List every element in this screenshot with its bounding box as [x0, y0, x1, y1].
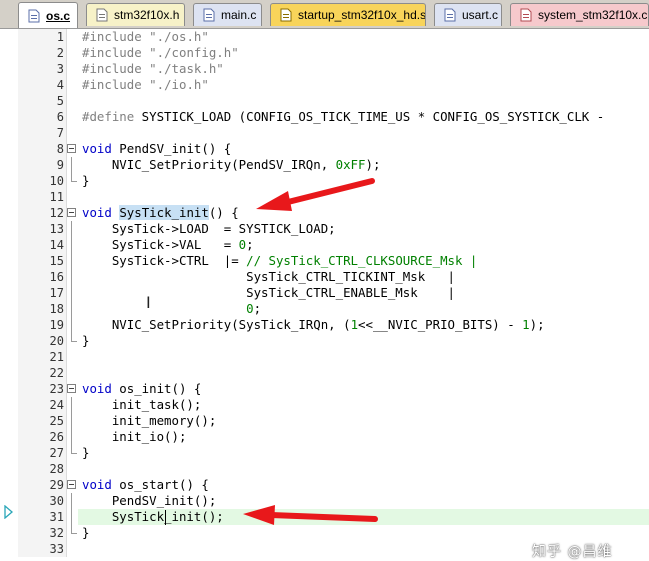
tab-os-c[interactable]: os.c: [18, 2, 78, 28]
fold-end: [71, 341, 77, 342]
line-number: 10: [49, 174, 64, 188]
code-line[interactable]: void SysTick_init() {: [82, 205, 239, 221]
fold-toggle[interactable]: [67, 480, 76, 489]
code-line[interactable]: void os_start() {: [82, 477, 209, 493]
line-number: 8: [56, 142, 64, 156]
tab-label: os.c: [46, 8, 71, 23]
line-number: 11: [49, 190, 64, 204]
line-number: 6: [56, 110, 64, 124]
code-line[interactable]: #include "./io.h": [82, 77, 209, 93]
line-number: 5: [56, 94, 64, 108]
code-line[interactable]: SysTick_CTRL_TICKINT_Msk |: [82, 269, 455, 285]
code-editor[interactable]: 1 2 3 4 5 6 7 8 9 10 11 12 13 14 15 16 17 18 19 20 21 22 23 24 2…: [0, 29, 649, 560]
tab-label: startup_stm32f10x_hd.s: [298, 8, 426, 22]
annotation-arrow-icon: [243, 505, 378, 525]
line-number: 19: [49, 318, 64, 332]
code-line[interactable]: NVIC_SetPriority(PendSV_IRQn, 0xFF);: [82, 157, 381, 173]
code-line[interactable]: }: [82, 445, 89, 461]
code-line[interactable]: SysTick_init();: [82, 509, 224, 525]
line-number: 2: [56, 46, 64, 60]
code-line[interactable]: }: [82, 173, 89, 189]
editor-tab-bar: os.c stm32f10x.h main.c startup_stm32f10…: [0, 0, 649, 29]
text-ibeam-cursor-icon: I: [146, 293, 151, 312]
code-line[interactable]: #include "./config.h": [82, 45, 239, 61]
fold-guide: [71, 493, 72, 533]
line-number: 15: [49, 254, 64, 268]
code-line[interactable]: #define SYSTICK_LOAD (CONFIG_OS_TICK_TIM…: [82, 109, 604, 125]
fold-guide: [71, 157, 72, 181]
tab-main-c[interactable]: main.c: [193, 3, 262, 26]
line-number: 20: [49, 334, 64, 348]
tab-label: system_stm32f10x.c: [538, 8, 648, 22]
tab-system-c[interactable]: system_stm32f10x.c: [510, 3, 649, 26]
line-number: 21: [49, 350, 64, 364]
line-number: 16: [49, 270, 64, 284]
line-number: 24: [49, 398, 64, 412]
line-number: 3: [56, 62, 64, 76]
fold-end: [71, 453, 77, 454]
code-line[interactable]: void os_init() {: [82, 381, 201, 397]
code-line[interactable]: NVIC_SetPriority(SysTick_IRQn, (1<<__NVI…: [82, 317, 545, 333]
text-caret: [165, 510, 166, 525]
fold-toggle[interactable]: [67, 208, 76, 217]
line-number: 17: [49, 286, 64, 300]
asm-file-icon: [279, 8, 293, 22]
code-line[interactable]: SysTick->VAL = 0;: [82, 237, 254, 253]
fold-end: [71, 533, 77, 534]
code-line[interactable]: init_task();: [82, 397, 202, 413]
c-file-icon: [202, 8, 216, 22]
line-number: 14: [49, 238, 64, 252]
code-line[interactable]: init_io();: [82, 429, 187, 445]
zhihu-watermark: 知乎 @昌维: [532, 544, 613, 560]
code-line[interactable]: SysTick->LOAD = SYSTICK_LOAD;: [82, 221, 336, 237]
fold-end: [71, 181, 77, 182]
line-number: 12: [49, 206, 64, 220]
line-number: 33: [49, 542, 64, 556]
line-number: 30: [49, 494, 64, 508]
line-number: 32: [49, 526, 64, 540]
line-number: 23: [49, 382, 64, 396]
line-number: 28: [49, 462, 64, 476]
code-line[interactable]: SysTick_CTRL_ENABLE_Msk |: [82, 285, 455, 301]
fold-toggle[interactable]: [67, 384, 76, 393]
annotation-arrow-icon: [256, 178, 375, 211]
current-execution-arrow-icon: [4, 505, 13, 519]
code-line[interactable]: 0;: [82, 301, 261, 317]
fold-toggle[interactable]: [67, 144, 76, 153]
code-line[interactable]: SysTick->CTRL |= // SysTick_CTRL_CLKSOUR…: [82, 253, 478, 269]
line-number: 4: [56, 78, 64, 92]
tab-startup-s[interactable]: startup_stm32f10x_hd.s: [270, 3, 426, 26]
tab-label: usart.c: [462, 8, 499, 22]
line-number: 27: [49, 446, 64, 460]
c-file-icon: [519, 8, 533, 22]
c-file-icon: [27, 9, 41, 23]
line-number: 7: [56, 126, 64, 140]
line-number: 31: [49, 510, 64, 524]
line-number: 25: [49, 414, 64, 428]
tab-label: main.c: [221, 8, 257, 22]
breakpoint-gutter[interactable]: [0, 29, 18, 557]
line-number: 18: [49, 302, 64, 316]
h-file-icon: [95, 8, 109, 22]
code-line[interactable]: PendSV_init();: [82, 493, 216, 509]
code-line[interactable]: }: [82, 333, 89, 349]
code-line[interactable]: init_memory();: [82, 413, 216, 429]
code-line[interactable]: #include "./os.h": [82, 29, 209, 45]
line-number: 26: [49, 430, 64, 444]
tab-label: stm32f10x.h: [114, 8, 180, 22]
line-number: 29: [49, 478, 64, 492]
line-number: 9: [56, 158, 64, 172]
line-number: 1: [56, 30, 64, 44]
code-line[interactable]: #include "./task.h": [82, 61, 224, 77]
line-number: 22: [49, 366, 64, 380]
selected-identifier: SysTick_init: [119, 205, 209, 220]
code-line[interactable]: void PendSV_init() {: [82, 141, 231, 157]
tab-stm32f10x-h[interactable]: stm32f10x.h: [86, 3, 185, 26]
fold-guide: [71, 397, 72, 453]
c-file-icon: [443, 8, 457, 22]
code-line[interactable]: }: [82, 525, 89, 541]
tab-usart-c[interactable]: usart.c: [434, 3, 502, 26]
fold-guide: [71, 221, 72, 341]
line-number: 13: [49, 222, 64, 236]
